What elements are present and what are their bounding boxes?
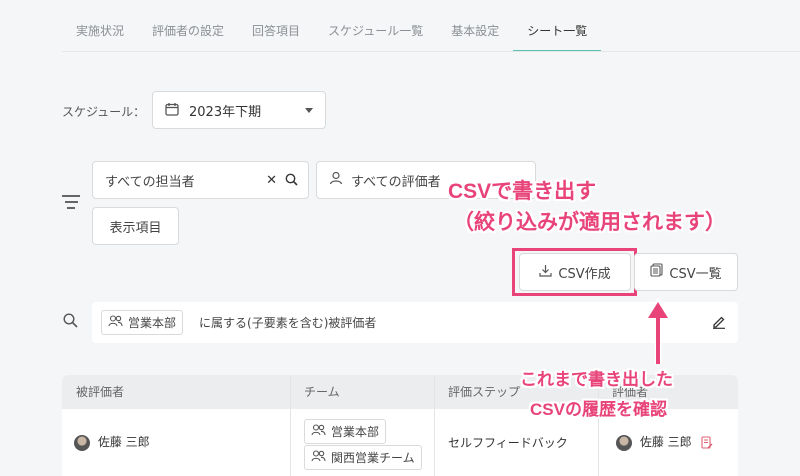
schedule-select[interactable]: 2023年下期 <box>152 91 326 129</box>
header-step: 評価ステップ <box>448 385 521 399</box>
evaluator-cell[interactable]: 佐藤 三郎 <box>616 433 713 451</box>
schedule-label: スケジュール： <box>62 105 146 119</box>
team-chip: 関西営業チーム <box>304 445 422 470</box>
header-evaluatee: 被評価者 <box>76 385 125 399</box>
clear-icon[interactable]: ✕ <box>266 173 277 190</box>
display-items-button[interactable]: 表示項目 <box>92 207 179 245</box>
department-chip-label: 営業本部 <box>128 316 177 330</box>
schedule-value: 2023年下期 <box>189 104 262 120</box>
person-icon <box>329 171 343 189</box>
sheet-edit-icon[interactable] <box>701 435 713 449</box>
evaluatee-name: 佐藤 三郎 <box>97 435 150 449</box>
annotation-csv-export: CSVで書き出す <box>448 180 597 203</box>
header-team: チーム <box>304 385 340 399</box>
search-icon[interactable] <box>63 313 78 332</box>
assignee-placeholder: すべての担当者 <box>105 174 195 190</box>
csv-list-button[interactable]: CSV一覧 <box>634 253 738 291</box>
evaluatee-cell[interactable]: 佐藤 三郎 <box>74 433 150 451</box>
condition-text: に属する(子要素を含む)被評価者 <box>199 316 377 330</box>
column-divider <box>598 375 599 476</box>
group-icon <box>311 450 326 465</box>
tab-sheet-list[interactable]: シート一覧 <box>513 16 602 52</box>
tab-answer-items[interactable]: 回答項目 <box>238 16 314 52</box>
search-icon[interactable] <box>285 173 298 190</box>
column-divider <box>434 375 435 476</box>
annotation-history-check: CSVの履歴を確認 <box>530 400 667 419</box>
step-cell: セルフフィードバック <box>448 436 568 450</box>
column-divider <box>290 375 291 476</box>
tab-basic-settings[interactable]: 基本設定 <box>437 16 513 52</box>
team-chip-label: 関西営業チーム <box>331 451 415 465</box>
tab-progress[interactable]: 実施状況 <box>62 16 138 52</box>
annotation-arrow <box>644 298 672 364</box>
evaluator-name: 佐藤 三郎 <box>639 435 692 449</box>
avatar <box>74 434 90 451</box>
csv-list-label: CSV一覧 <box>669 266 722 282</box>
filter-icon[interactable] <box>62 195 80 213</box>
evaluator-placeholder: すべての評価者 <box>351 174 441 190</box>
tab-schedule-list[interactable]: スケジュール一覧 <box>314 16 437 52</box>
sheet-table: 被評価者 チーム 評価ステップ 評価者 佐藤 三郎 営業本部 関西営業チーム セ… <box>62 375 738 476</box>
tab-bar: 実施状況 評価者の設定 回答項目 スケジュール一覧 基本設定 シート一覧 <box>62 16 800 52</box>
group-icon <box>311 424 326 439</box>
team-chip: 営業本部 <box>304 419 387 444</box>
avatar <box>616 434 632 451</box>
group-icon <box>108 315 123 330</box>
department-chip: 営業本部 <box>101 310 184 335</box>
annotation-history: これまで書き出した <box>520 370 673 389</box>
assignee-filter-input[interactable]: すべての担当者 ✕ <box>92 161 309 199</box>
tab-evaluator-settings[interactable]: 評価者の設定 <box>138 16 238 52</box>
document-icon <box>650 263 663 281</box>
calendar-icon <box>165 101 179 120</box>
highlight-frame <box>512 248 637 296</box>
tab-divider <box>62 51 800 52</box>
annotation-filter-note: （絞り込みが適用されます） <box>453 211 726 234</box>
team-chip-label: 営業本部 <box>331 425 380 439</box>
pencil-icon[interactable] <box>712 315 726 332</box>
chevron-down-icon <box>305 108 313 113</box>
